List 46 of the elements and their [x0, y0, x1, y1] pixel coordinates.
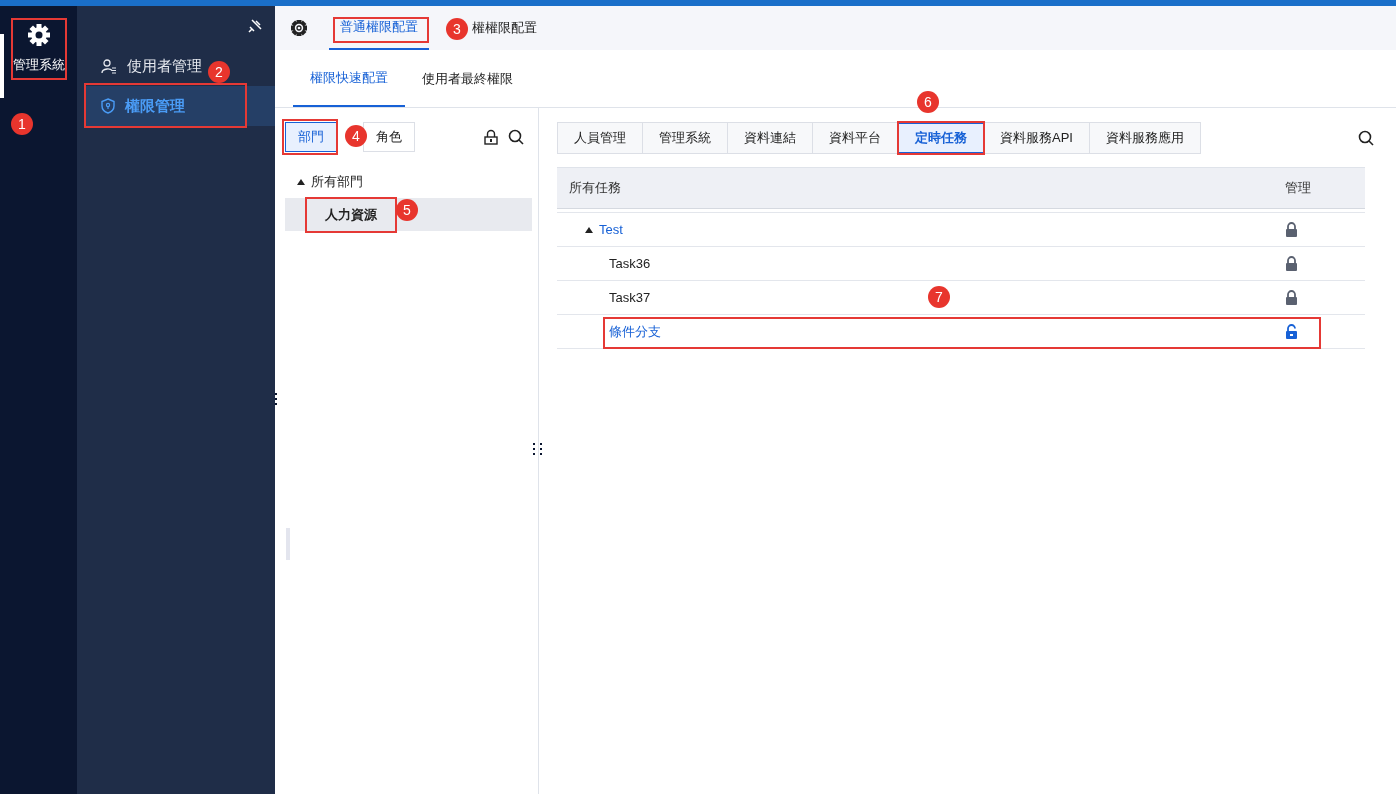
user-icon — [101, 58, 117, 74]
drag-handle-icon — [275, 393, 278, 405]
search-icon[interactable] — [1358, 130, 1374, 146]
callout-number: 7 — [928, 286, 950, 308]
lock-icon[interactable] — [1285, 222, 1298, 237]
app-label[interactable]: 管理系統 — [12, 56, 65, 74]
column-header: 管理 — [1285, 179, 1312, 197]
column-header: 所有任務 — [568, 179, 622, 197]
lock-icon[interactable] — [1285, 290, 1298, 305]
pin-icon[interactable] — [247, 18, 263, 34]
tab[interactable]: 資料服務應用 — [1089, 123, 1200, 153]
unlock-icon[interactable] — [1285, 324, 1298, 339]
active-indicator — [0, 34, 4, 98]
callout-number: 2 — [208, 61, 230, 83]
caret-icon[interactable] — [585, 226, 593, 233]
segment-tab[interactable]: 角色 — [363, 122, 415, 152]
settings-icon[interactable] — [291, 20, 307, 36]
settings-icon[interactable] — [27, 24, 50, 46]
task-name[interactable]: 條件分支 — [609, 322, 661, 341]
search-icon[interactable] — [508, 129, 524, 145]
callout-number: 3 — [446, 18, 468, 40]
tab[interactable]: 權權限配置 — [469, 6, 554, 50]
task-name[interactable]: Task37 — [609, 290, 651, 305]
callout-number: 1 — [11, 113, 33, 135]
sidebar-item[interactable]: 使用者管理 — [77, 46, 204, 86]
drag-handle-icon — [533, 443, 542, 455]
shield-icon — [101, 98, 115, 114]
caret-icon[interactable] — [297, 179, 305, 185]
tab[interactable]: 管理系統 — [643, 123, 728, 153]
lock-icon[interactable] — [484, 129, 498, 145]
sidebar-item[interactable]: 權限管理 — [85, 86, 275, 126]
tab[interactable]: 使用者最終權限 — [405, 50, 530, 107]
tab[interactable]: 人員管理 — [558, 123, 643, 153]
callout-number: 6 — [917, 91, 939, 113]
tab[interactable]: 權限快速配置 — [293, 50, 405, 107]
segment-tab[interactable]: 部門 — [285, 122, 337, 152]
tree-item[interactable]: 所有部門 — [311, 173, 363, 191]
tab[interactable]: 資料平台 — [813, 123, 898, 153]
tab[interactable]: 資料服務API — [984, 123, 1090, 153]
tab[interactable]: 定時任務 — [898, 123, 984, 153]
tab[interactable]: 資料連結 — [728, 123, 813, 153]
lock-icon[interactable] — [1285, 256, 1298, 271]
tab[interactable]: 普通權限配置 — [329, 6, 429, 50]
task-name[interactable]: Task36 — [609, 256, 651, 271]
callout-number: 4 — [345, 125, 367, 147]
task-name[interactable]: Test — [599, 222, 623, 237]
